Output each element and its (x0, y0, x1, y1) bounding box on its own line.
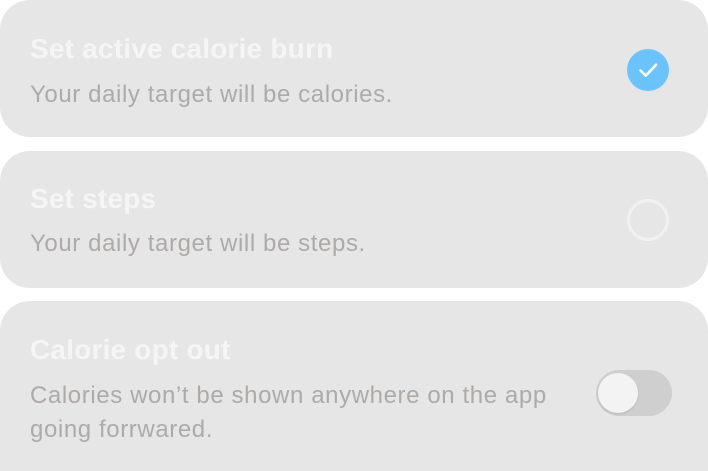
option-description: Your daily target will be calories. (30, 81, 393, 108)
option-card-active-calorie-burn[interactable]: Set active calorie burn Your daily targe… (0, 0, 708, 137)
toggle-knob[interactable] (598, 373, 638, 413)
option-description: Calories won’t be shown anywhere on the … (30, 382, 547, 443)
option-description: Your daily target will be steps. (30, 230, 366, 257)
option-title: Set steps (30, 183, 157, 214)
radio-button-selected[interactable] (627, 49, 669, 91)
calorie-opt-out-toggle[interactable] (596, 370, 672, 416)
radio-button-unselected[interactable] (627, 199, 669, 241)
option-card-calorie-opt-out[interactable]: Calorie opt out Calories won’t be shown … (0, 301, 708, 471)
option-title: Set active calorie burn (30, 33, 334, 64)
option-title: Calorie opt out (30, 334, 231, 365)
option-card-steps[interactable]: Set steps Your daily target will be step… (0, 151, 708, 288)
target-options-list: Set active calorie burn Your daily targe… (0, 0, 708, 471)
checkmark-icon (639, 63, 658, 77)
